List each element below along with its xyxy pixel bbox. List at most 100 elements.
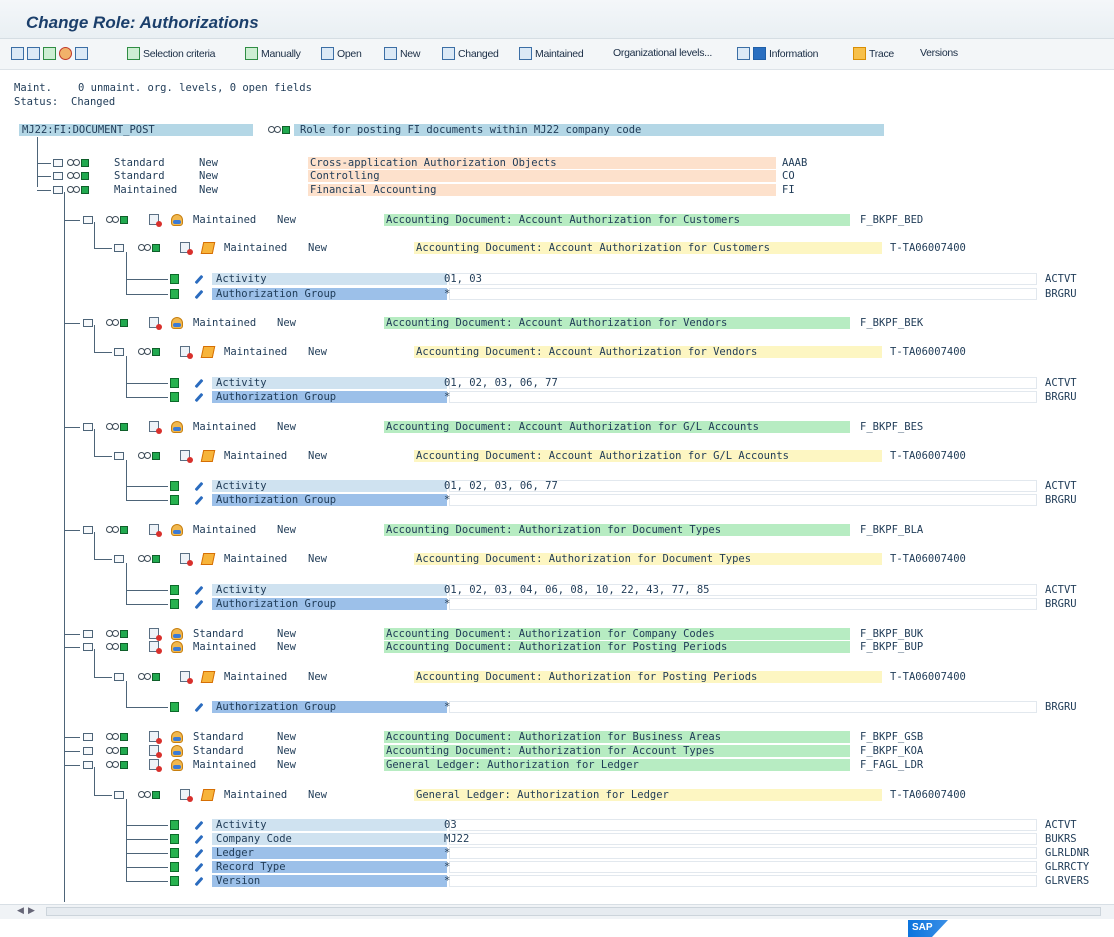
field-label: Ledger (216, 847, 254, 859)
node-text[interactable]: Accounting Document: Account Authorizati… (416, 242, 770, 254)
node-flag: New (277, 317, 296, 329)
node-flag: New (308, 789, 327, 801)
node-code: CO (782, 170, 795, 182)
node-flag: New (277, 745, 296, 757)
scroll-right-icon[interactable]: ▶ (28, 906, 35, 916)
node-text[interactable]: General Ledger: Authorization for Ledger (416, 789, 669, 801)
edit-pencil-icon[interactable] (194, 599, 204, 610)
field-value-cell (449, 833, 1037, 845)
tree-connector (64, 220, 80, 221)
edit-pencil-icon[interactable] (194, 274, 204, 285)
edit-pencil-icon[interactable] (194, 481, 204, 492)
node-text[interactable]: Accounting Document: Authorization for D… (386, 524, 721, 536)
field-value[interactable]: * (444, 598, 450, 610)
expand-all-icon[interactable] (11, 47, 24, 60)
field-value[interactable]: * (444, 875, 450, 887)
field-status-icon (170, 378, 179, 388)
open-button[interactable]: Open (321, 47, 362, 60)
scroll-left-icon[interactable]: ◀ (17, 906, 24, 916)
field-value[interactable]: 01, 03 (444, 273, 482, 285)
node-text[interactable]: Financial Accounting (310, 184, 436, 196)
tree-connector (126, 279, 168, 280)
edit-pencil-icon[interactable] (194, 289, 204, 300)
node-flag: New (277, 731, 296, 743)
horizontal-scrollbar[interactable]: ◀ ▶ (0, 904, 1114, 919)
node-text[interactable]: Accounting Document: Account Authorizati… (386, 421, 759, 433)
title-bar: Change Role: Authorizations (0, 0, 1114, 39)
field-value[interactable]: * (444, 847, 450, 859)
node-code: F_BKPF_GSB (860, 731, 924, 743)
node-text[interactable]: Accounting Document: Account Authorizati… (416, 346, 757, 358)
node-text[interactable]: Accounting Document: Authorization for P… (416, 671, 757, 683)
open-label: Open (337, 47, 362, 60)
selection-criteria-button[interactable]: Selection criteria (127, 47, 216, 60)
folder-icon (83, 216, 93, 224)
tree-connector (126, 294, 168, 295)
help-icon[interactable] (59, 47, 72, 60)
node-text[interactable]: Controlling (310, 170, 380, 182)
edit-pencil-icon[interactable] (194, 876, 204, 887)
node-text[interactable]: Accounting Document: Authorization for D… (416, 553, 751, 565)
node-state: Maintained (224, 346, 288, 358)
find-icon[interactable] (43, 47, 56, 60)
role-name[interactable]: MJ22:FI:DOCUMENT_POST (22, 124, 155, 136)
node-text[interactable]: Cross-application Authorization Objects (310, 157, 557, 169)
new-button[interactable]: New (384, 47, 420, 60)
edit-pencil-icon[interactable] (194, 848, 204, 859)
node-text[interactable]: Accounting Document: Authorization for C… (386, 628, 715, 640)
field-code: GLRRCTY (1045, 861, 1090, 873)
field-value[interactable]: 01, 02, 03, 04, 06, 08, 10, 22, 43, 77, … (444, 584, 710, 596)
field-status-icon (170, 820, 179, 830)
tree-connector (126, 853, 168, 854)
scrollbar-thumb[interactable] (46, 907, 1101, 916)
tree-connector (126, 707, 168, 708)
field-value[interactable]: MJ22 (444, 833, 469, 845)
field-code: ACTVT (1045, 819, 1077, 831)
field-value[interactable]: * (444, 861, 450, 873)
tree-connector (94, 677, 112, 678)
node-text[interactable]: Accounting Document: Authorization for A… (386, 745, 715, 757)
field-value[interactable]: * (444, 494, 450, 506)
edit-pencil-icon[interactable] (194, 702, 204, 713)
collapse-all-icon[interactable] (27, 47, 40, 60)
field-code: BRGRU (1045, 701, 1077, 713)
field-value-cell (449, 494, 1037, 506)
node-text[interactable]: Accounting Document: Authorization for B… (386, 731, 721, 743)
document-status-icon (149, 641, 162, 654)
field-value[interactable]: * (444, 701, 450, 713)
edit-pencil-icon[interactable] (194, 585, 204, 596)
node-text[interactable]: Accounting Document: Account Authorizati… (416, 450, 789, 462)
field-value[interactable]: * (444, 391, 450, 403)
edit-pencil-icon[interactable] (194, 495, 204, 506)
maintained-icon (519, 47, 532, 60)
manually-button[interactable]: Manually (245, 47, 301, 60)
tree-connector (37, 163, 51, 164)
traffic-light-icon (106, 423, 128, 431)
field-value[interactable]: * (444, 288, 450, 300)
tree-connector (126, 590, 168, 591)
changed-button[interactable]: Changed (442, 47, 499, 60)
node-text[interactable]: Accounting Document: Account Authorizati… (386, 214, 740, 226)
org-levels-button[interactable]: Organizational levels... (613, 47, 712, 59)
edit-pencil-icon[interactable] (194, 378, 204, 389)
field-value-cell (449, 847, 1037, 859)
node-text[interactable]: Accounting Document: Authorization for P… (386, 641, 727, 653)
maintained-button[interactable]: Maintained (519, 47, 584, 60)
document-status-icon (149, 524, 162, 537)
edit-pencil-icon[interactable] (194, 820, 204, 831)
field-value[interactable]: 01, 02, 03, 06, 77 (444, 480, 558, 492)
node-text[interactable]: Accounting Document: Account Authorizati… (386, 317, 727, 329)
edit-pencil-icon[interactable] (194, 834, 204, 845)
field-value[interactable]: 03 (444, 819, 457, 831)
field-value[interactable]: 01, 02, 03, 06, 77 (444, 377, 558, 389)
trace-button[interactable]: Trace (853, 47, 894, 60)
edit-pencil-icon[interactable] (194, 392, 204, 403)
versions-button[interactable]: Versions (920, 47, 958, 59)
node-state: Maintained (193, 641, 257, 653)
node-text[interactable]: General Ledger: Authorization for Ledger (386, 759, 639, 771)
information-button[interactable]: Information (737, 47, 819, 60)
traffic-light-icon (138, 555, 160, 563)
traffic-light-icon (106, 747, 128, 755)
edit-pencil-icon[interactable] (194, 862, 204, 873)
delete-icon[interactable] (75, 47, 88, 60)
